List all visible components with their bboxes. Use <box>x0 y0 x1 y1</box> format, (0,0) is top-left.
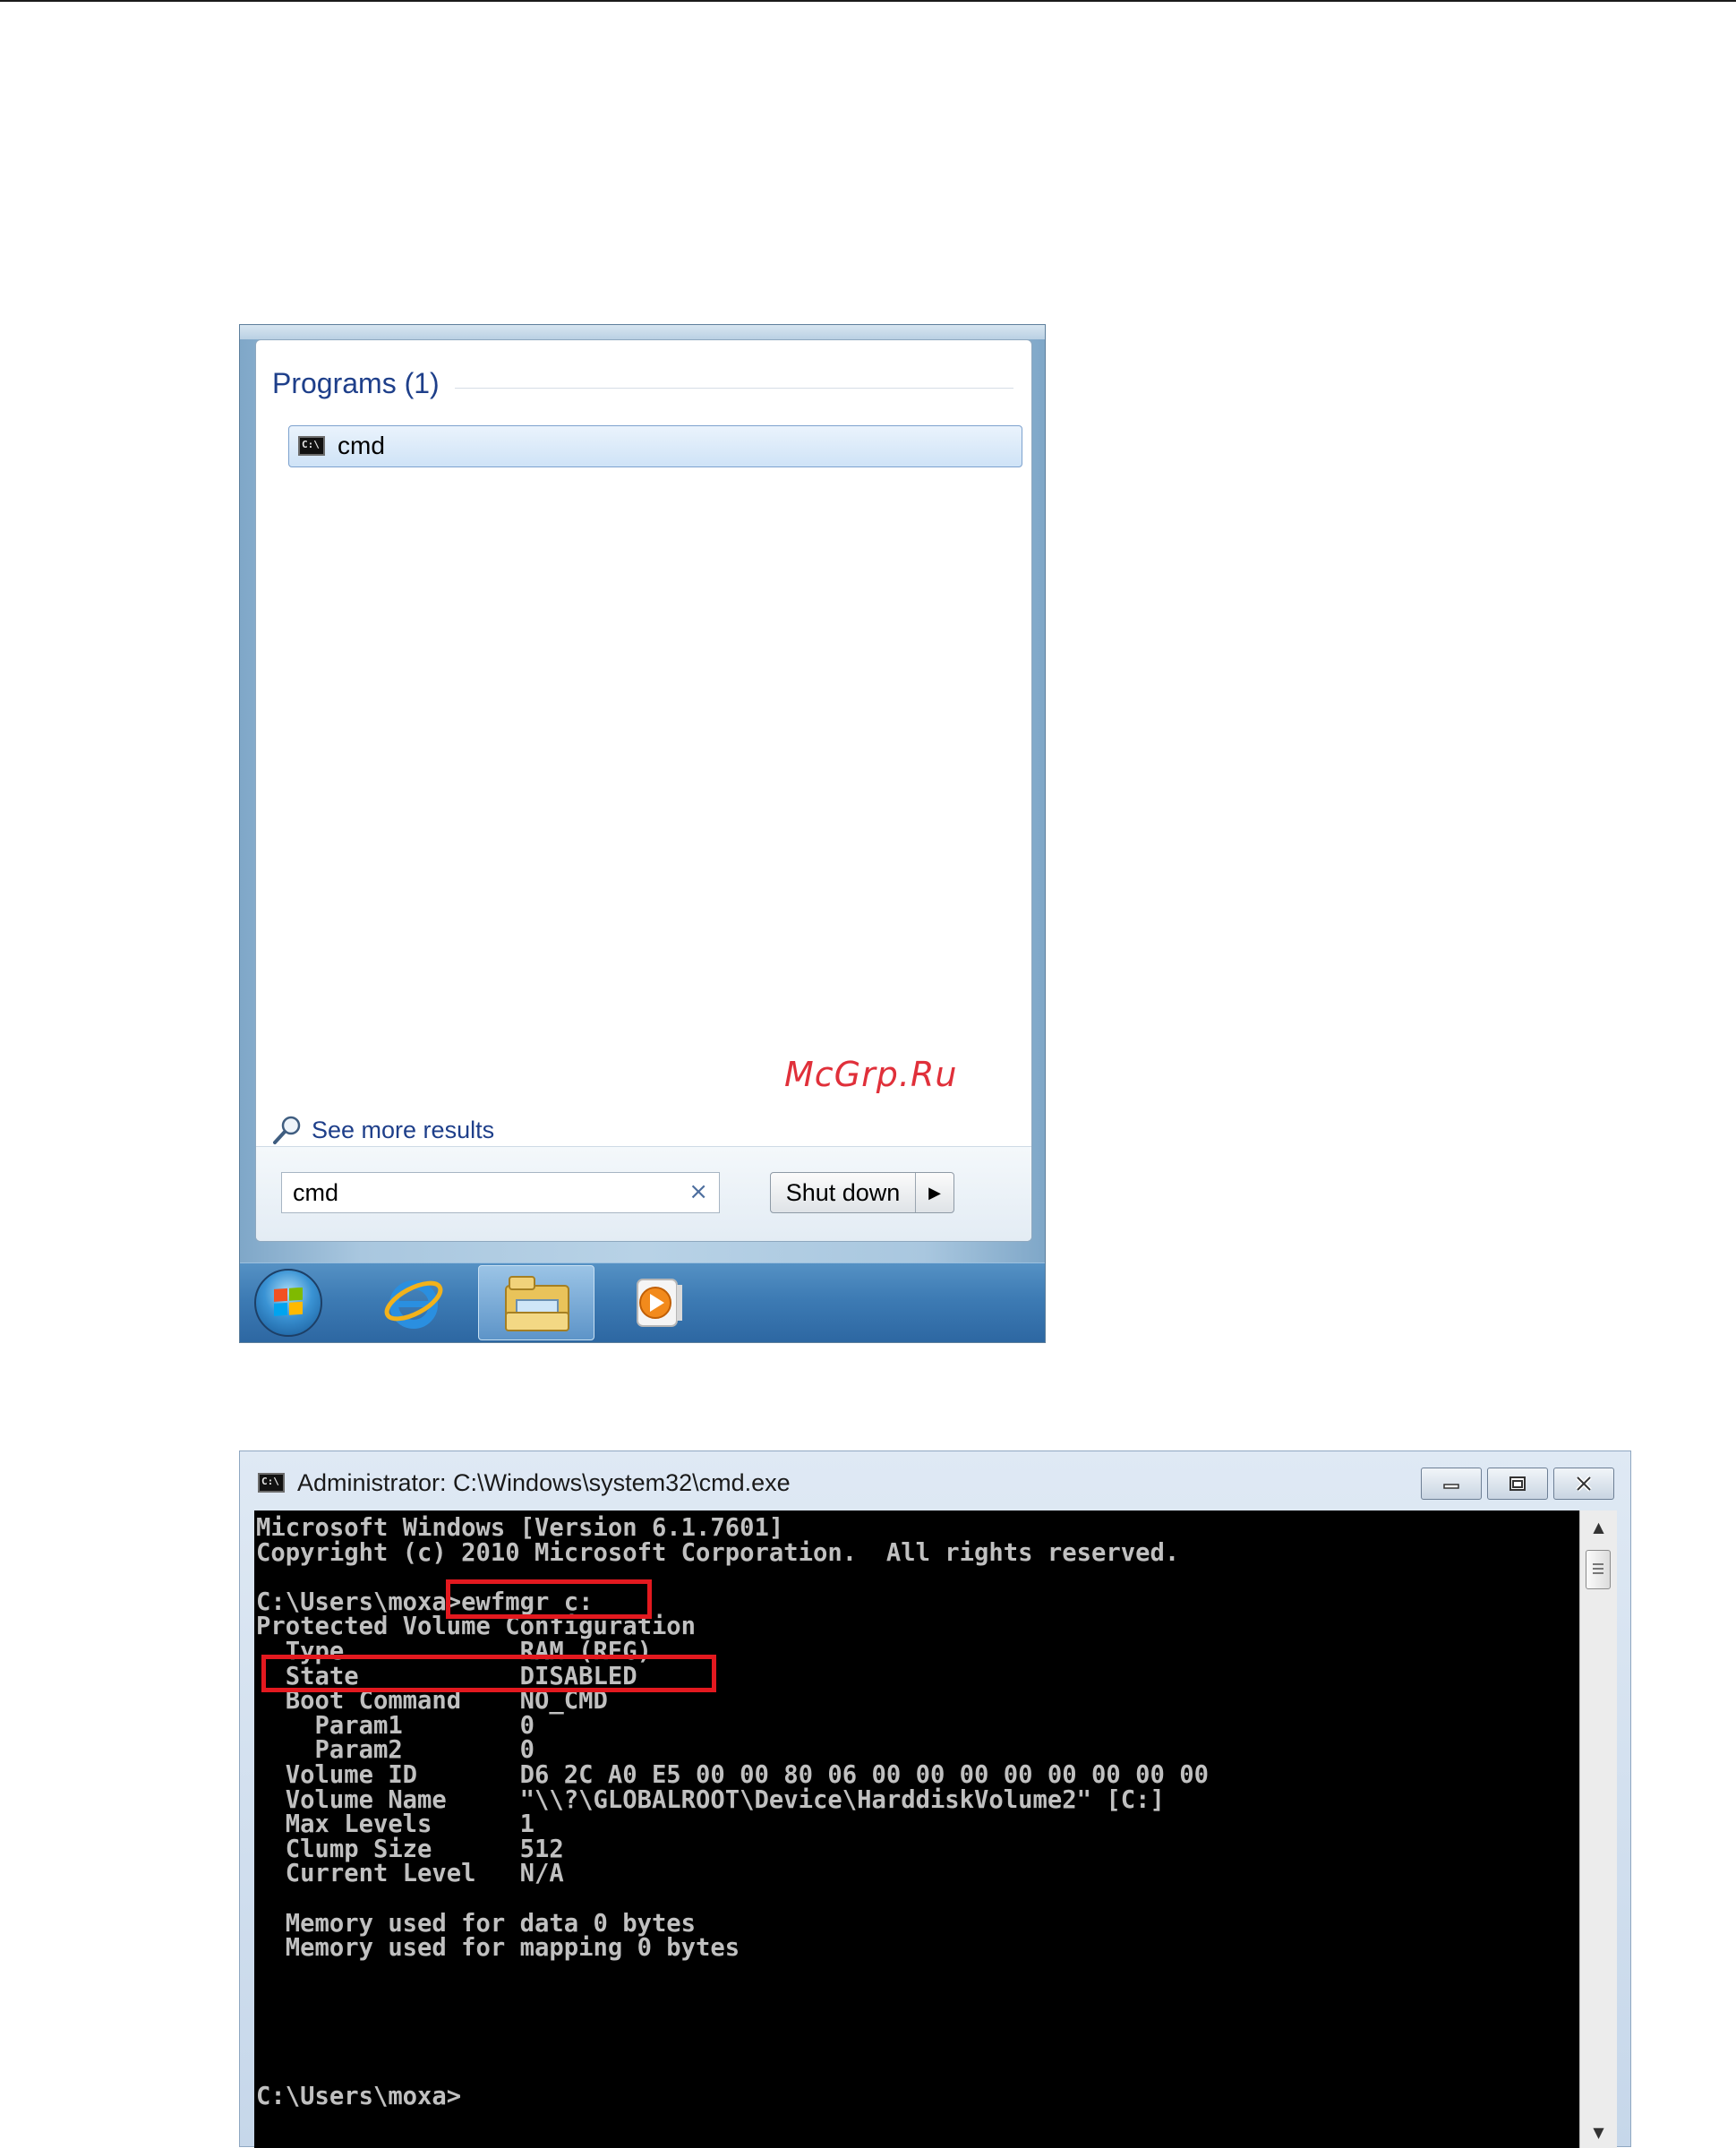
close-icon <box>1576 1476 1592 1492</box>
window-controls <box>1415 1468 1614 1500</box>
program-result-cmd[interactable]: C:\ cmd <box>288 425 1022 467</box>
file-explorer-icon <box>505 1276 569 1331</box>
start-menu: Programs (1) C:\ cmd McGrp.Ru See more r… <box>239 324 1046 1343</box>
file-explorer-taskbar-button[interactable] <box>478 1265 594 1340</box>
programs-heading: Programs (1) <box>272 367 440 399</box>
cmd-window-title: Administrator: C:\Windows\system32\cmd.e… <box>297 1469 791 1496</box>
windows-flag-icon <box>274 1288 303 1316</box>
scroll-up-arrow-icon[interactable]: ▲ <box>1580 1510 1617 1543</box>
start-menu-bottom-bar: × Shut down ▶ <box>256 1146 1031 1241</box>
command-prompt-window: C:\ Administrator: C:\Windows\system32\c… <box>239 1451 1631 2148</box>
start-menu-top-edge <box>240 325 1045 339</box>
highlight-state-disabled <box>261 1655 716 1692</box>
console-line: Volume ID D6 2C A0 E5 00 00 80 06 00 00 … <box>256 1760 1209 1789</box>
media-player-icon[interactable] <box>632 1276 688 1330</box>
scroll-down-arrow-icon[interactable]: ▼ <box>1580 2116 1617 2148</box>
programs-divider <box>455 388 1013 389</box>
console-line: Volume Name "\\?\GLOBALROOT\Device\Hardd… <box>256 1785 1165 1814</box>
scrollbar-thumb[interactable] <box>1586 1550 1611 1589</box>
see-more-results-link[interactable]: See more results <box>272 1110 494 1150</box>
shut-down-button-group: Shut down ▶ <box>770 1172 954 1213</box>
console-line: Memory used for data 0 bytes <box>256 1909 697 1938</box>
start-orb-icon[interactable] <box>254 1269 322 1337</box>
highlight-ewfmgr-command <box>446 1579 652 1619</box>
internet-explorer-icon[interactable] <box>381 1271 446 1335</box>
vertical-scrollbar[interactable]: ▲ ▼ <box>1579 1510 1617 2148</box>
maximize-icon <box>1509 1476 1526 1491</box>
clear-search-icon[interactable]: × <box>688 1178 708 1205</box>
minimize-icon <box>1443 1484 1459 1489</box>
cmd-window-icon: C:\ <box>258 1473 285 1493</box>
watermark: McGrp.Ru <box>784 1055 958 1094</box>
console-line: Param1 0 <box>256 1711 534 1740</box>
start-search-input[interactable] <box>293 1173 669 1212</box>
program-result-label: cmd <box>338 432 385 459</box>
search-icon <box>273 1116 301 1144</box>
start-search-box[interactable]: × <box>281 1172 720 1213</box>
console-line: Copyright (c) 2010 Microsoft Corporation… <box>256 1538 1180 1567</box>
minimize-button[interactable] <box>1421 1468 1482 1500</box>
shut-down-options-arrow-icon[interactable]: ▶ <box>916 1173 954 1212</box>
console-line: Current Level N/A <box>256 1860 564 1888</box>
shut-down-button[interactable]: Shut down <box>771 1173 916 1212</box>
console-line: C:\Users\moxa> <box>256 2082 462 2110</box>
console-line: Memory used for mapping 0 bytes <box>256 1934 740 1963</box>
console-line: Microsoft Windows [Version 6.1.7601] <box>256 1514 784 1542</box>
maximize-button[interactable] <box>1487 1468 1548 1500</box>
console-line: Clump Size 512 <box>256 1835 564 1863</box>
cmd-title-bar[interactable]: C:\ Administrator: C:\Windows\system32\c… <box>240 1451 1630 1510</box>
console-text: Microsoft Windows [Version 6.1.7601] Cop… <box>256 1516 1209 2109</box>
cmd-icon: C:\ <box>298 436 325 456</box>
close-button[interactable] <box>1553 1468 1614 1500</box>
taskbar <box>240 1262 1045 1342</box>
page-top-rule <box>0 0 1736 2</box>
see-more-results-label: See more results <box>312 1116 495 1143</box>
console-line: Param2 0 <box>256 1736 534 1765</box>
start-menu-results-panel: Programs (1) C:\ cmd McGrp.Ru See more r… <box>255 339 1032 1242</box>
console-line: Max Levels 1 <box>256 1810 534 1839</box>
